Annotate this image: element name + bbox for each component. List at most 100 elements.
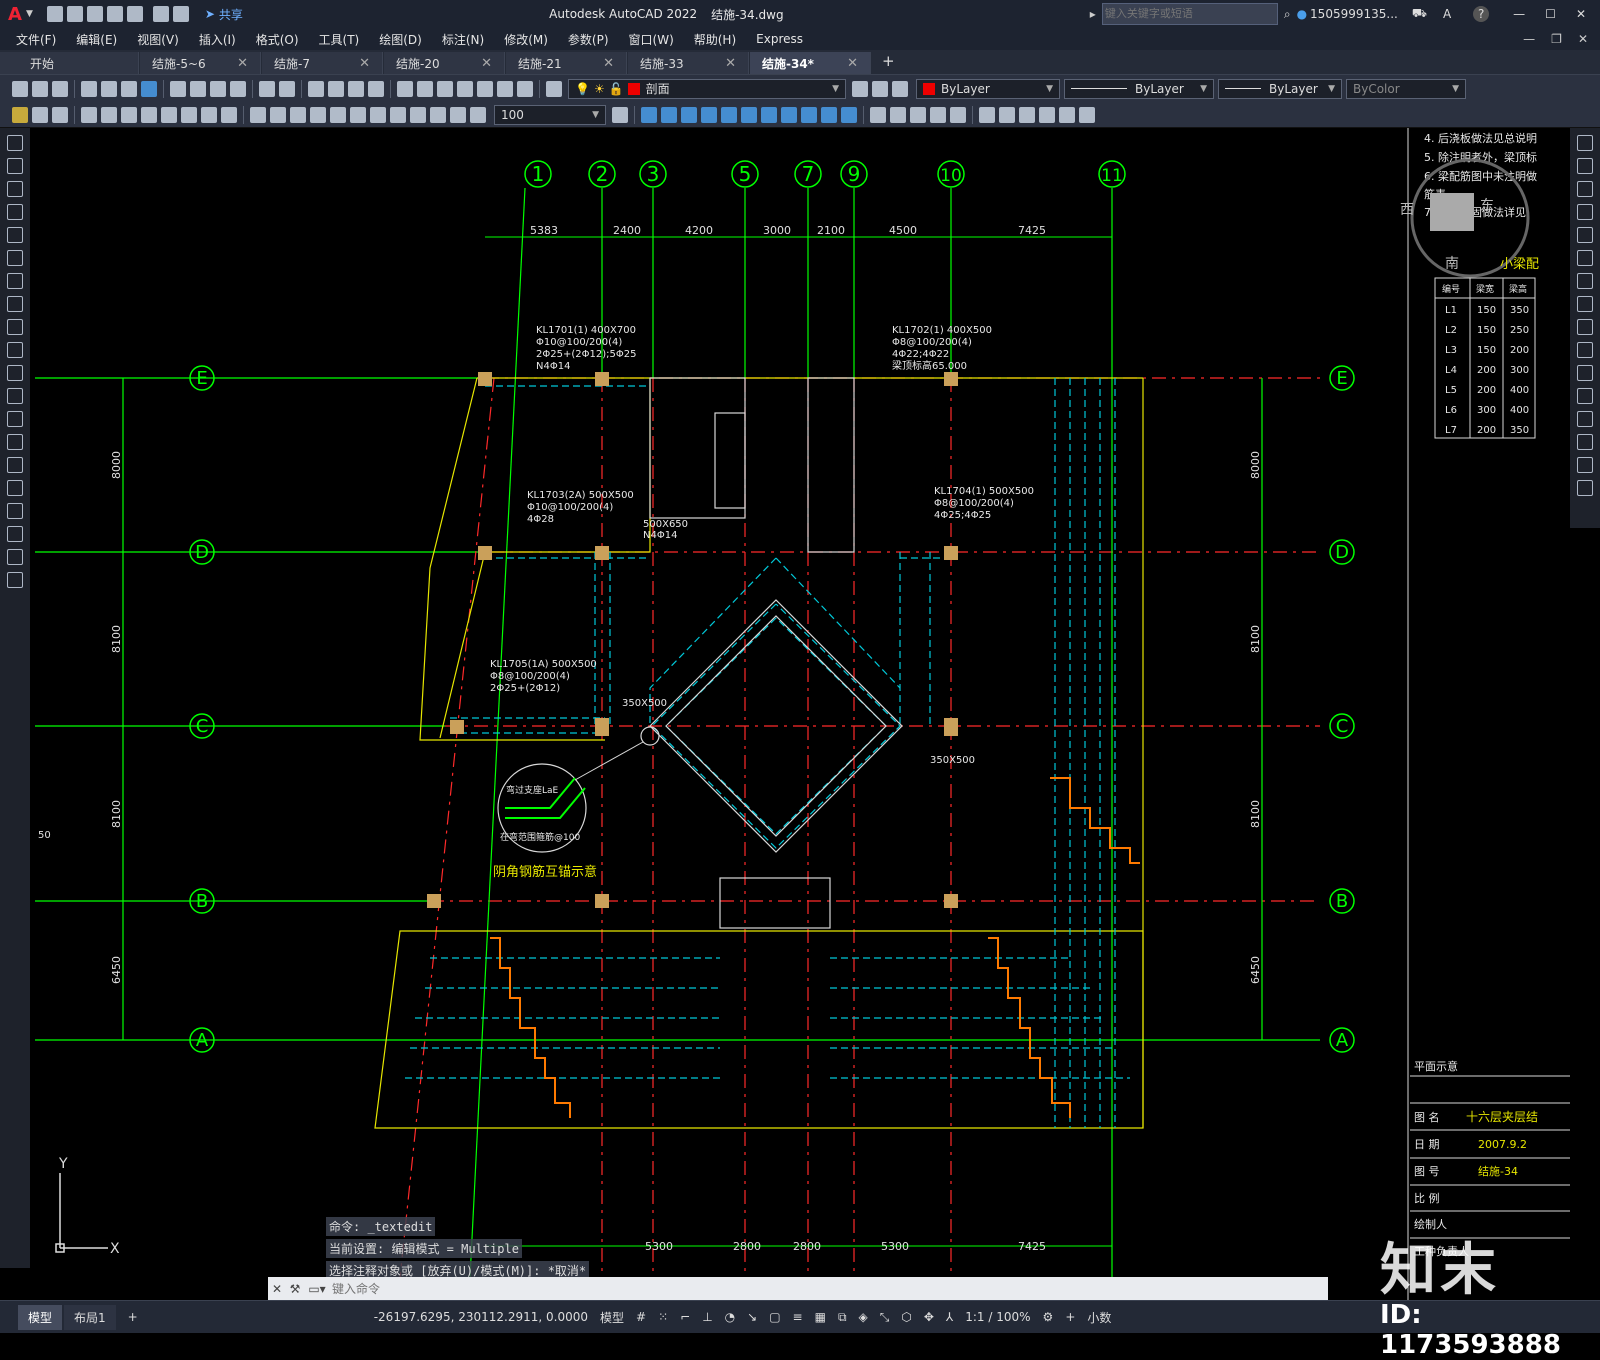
ucs-previous-icon[interactable]: [1019, 106, 1035, 123]
search-input[interactable]: [1101, 3, 1278, 25]
linear-dimension-icon[interactable]: [81, 106, 97, 123]
match-properties-icon[interactable]: [230, 80, 246, 97]
coordinate-readout[interactable]: -26197.6295, 230112.2911, 0.0000: [368, 1310, 594, 1324]
tolerance-icon[interactable]: [350, 106, 366, 123]
design-center-icon[interactable]: [417, 80, 433, 97]
diameter-icon[interactable]: [201, 106, 217, 123]
snap-icon[interactable]: ⁙: [652, 1310, 674, 1324]
line-icon[interactable]: [7, 135, 23, 151]
layer-previous-icon[interactable]: [872, 80, 888, 97]
drawing-canvas[interactable]: 5383 2400 4200 3000 2100 4500 7425 5300 …: [30, 128, 1570, 1300]
grid-icon[interactable]: #: [630, 1310, 652, 1324]
copy-icon[interactable]: [190, 80, 206, 97]
view-sw-icon[interactable]: [761, 106, 777, 123]
arc-length-icon[interactable]: [121, 106, 137, 123]
color-dropdown[interactable]: ByLayer ▼: [916, 78, 1060, 99]
view-ne-icon[interactable]: [801, 106, 817, 123]
continue-icon[interactable]: [290, 106, 306, 123]
construction-line-icon[interactable]: [7, 158, 23, 174]
sheet-set-icon[interactable]: [457, 80, 473, 97]
compass-south[interactable]: 南: [1445, 256, 1459, 272]
tab-close-icon[interactable]: ✕: [725, 56, 736, 71]
ortho-icon[interactable]: ⊥: [696, 1310, 718, 1324]
new-file-icon[interactable]: [46, 6, 63, 22]
tab-drawing-active[interactable]: 结施-34* ✕: [750, 52, 871, 74]
layer-state-icon[interactable]: [892, 80, 908, 97]
copy-object-icon[interactable]: [1577, 158, 1593, 174]
annotation-scale[interactable]: 1:1 / 100%: [959, 1310, 1036, 1324]
chamfer-icon[interactable]: [1577, 434, 1593, 450]
scale-icon[interactable]: [1577, 296, 1593, 312]
angular-icon[interactable]: [221, 106, 237, 123]
isodraft-icon[interactable]: ↘: [741, 1310, 763, 1324]
space-toggle[interactable]: 模型: [594, 1309, 630, 1326]
object-snap-icon[interactable]: ▢: [763, 1310, 786, 1324]
search-expand-icon[interactable]: ▸: [1090, 7, 1096, 21]
close-icon[interactable]: ✕: [1576, 7, 1586, 21]
rectangle-icon[interactable]: [7, 227, 23, 243]
visual-style-2d-icon[interactable]: [870, 106, 886, 123]
selection-cycling-icon[interactable]: ⧉: [832, 1310, 853, 1325]
app-logo[interactable]: A: [8, 4, 22, 25]
extend-icon[interactable]: [1577, 365, 1593, 381]
point-icon[interactable]: [7, 434, 23, 450]
doc-restore-icon[interactable]: ❐: [1551, 32, 1562, 46]
menu-window[interactable]: 窗口(W): [619, 31, 684, 48]
dim-style-icon[interactable]: [612, 106, 628, 123]
dim-edit-icon[interactable]: [430, 106, 446, 123]
menu-modify[interactable]: 修改(M): [494, 31, 558, 48]
revision-cloud-icon[interactable]: [7, 296, 23, 312]
mirror-icon[interactable]: [1577, 181, 1593, 197]
annotation-monitor-icon[interactable]: +: [1059, 1310, 1081, 1324]
polyline-icon[interactable]: [7, 181, 23, 197]
3d-print-icon[interactable]: [141, 80, 157, 97]
make-current-icon[interactable]: [852, 80, 868, 97]
annotation-visibility-icon[interactable]: ⅄: [940, 1310, 959, 1324]
menu-help[interactable]: 帮助(H): [684, 31, 746, 48]
view-front-icon[interactable]: [721, 106, 737, 123]
add-selected-icon[interactable]: [7, 572, 23, 588]
explode-icon[interactable]: [1577, 480, 1593, 496]
ucs-object-icon[interactable]: [1059, 106, 1075, 123]
space-icon[interactable]: [310, 106, 326, 123]
ucs-face-icon[interactable]: [1039, 106, 1055, 123]
tab-close-icon[interactable]: ✕: [359, 56, 370, 71]
menu-dimension[interactable]: 标注(N): [432, 31, 494, 48]
transparency-icon[interactable]: ▦: [809, 1310, 832, 1324]
tab-drawing[interactable]: 结施-7 ✕: [262, 52, 383, 74]
mtext-icon[interactable]: [7, 549, 23, 565]
block-icon[interactable]: [12, 106, 28, 123]
properties-icon[interactable]: [397, 80, 413, 97]
linetype-dropdown[interactable]: ByLayer ▼: [1064, 78, 1214, 99]
publish-icon[interactable]: [121, 80, 137, 97]
open-file-icon[interactable]: [66, 6, 83, 22]
gradient-icon[interactable]: [7, 480, 23, 496]
tab-close-icon[interactable]: ✕: [603, 56, 614, 71]
workspace-gear-icon[interactable]: ⚙: [1037, 1310, 1060, 1324]
user-icon[interactable]: ●: [1297, 7, 1307, 21]
user-name[interactable]: 1505999135...: [1310, 7, 1398, 21]
infer-constraints-icon[interactable]: ⌐: [674, 1310, 696, 1324]
center-mark-icon[interactable]: [370, 106, 386, 123]
insert-icon[interactable]: [32, 106, 48, 123]
layout-tab-model[interactable]: 模型: [18, 1304, 63, 1330]
plotstyle-dropdown[interactable]: ByColor ▼: [1346, 78, 1466, 99]
minimize-icon[interactable]: —: [1513, 7, 1525, 21]
polar-icon[interactable]: ◔: [719, 1310, 741, 1324]
menu-express[interactable]: Express: [746, 32, 813, 46]
dim-update-icon[interactable]: [470, 106, 486, 123]
paste-icon[interactable]: [210, 80, 226, 97]
table-icon[interactable]: [7, 526, 23, 542]
region-icon[interactable]: [7, 503, 23, 519]
view-right-icon[interactable]: [701, 106, 717, 123]
search-icon[interactable]: ⌕: [1284, 7, 1291, 22]
dim-scale-dropdown[interactable]: 100 ▼: [494, 104, 606, 125]
trim-icon[interactable]: [1577, 342, 1593, 358]
rotate-icon[interactable]: [1577, 273, 1593, 289]
3d-osnap-icon[interactable]: ◈: [853, 1310, 874, 1324]
lineweight-dropdown[interactable]: ByLayer ▼: [1218, 78, 1342, 99]
calculator-icon[interactable]: [497, 80, 513, 97]
undo-icon[interactable]: [259, 80, 275, 97]
ellipse-icon[interactable]: [7, 342, 23, 358]
spline-icon[interactable]: [7, 319, 23, 335]
